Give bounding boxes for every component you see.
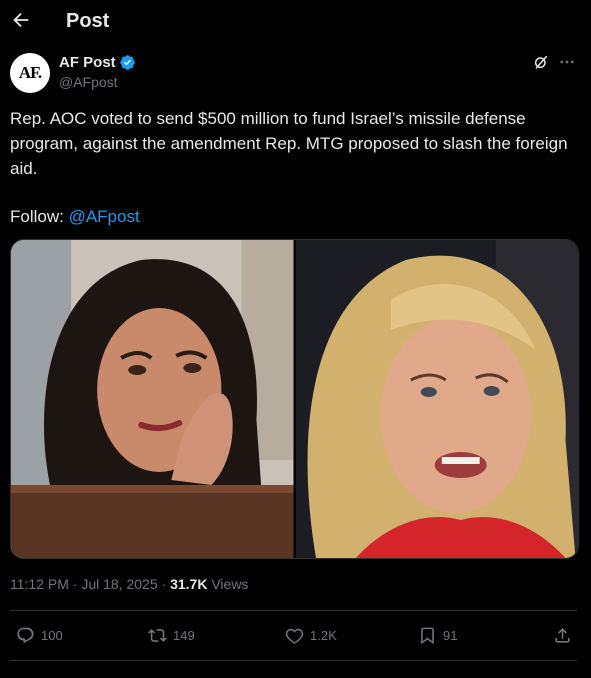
verified-badge-icon — [120, 55, 135, 70]
bookmark-count: 91 — [443, 628, 458, 643]
tweet-media[interactable] — [10, 239, 579, 559]
photo-left[interactable] — [11, 240, 294, 558]
grok-icon[interactable] — [533, 54, 549, 70]
meta-separator: · — [161, 576, 171, 592]
repost-count: 149 — [173, 628, 195, 643]
reply-button[interactable]: 100 — [16, 626, 63, 645]
back-arrow-icon[interactable] — [10, 9, 32, 31]
divider — [10, 610, 577, 611]
divider — [10, 660, 577, 661]
like-button[interactable]: 1.2K — [285, 626, 337, 645]
avatar[interactable]: AF. — [10, 53, 50, 93]
action-bar: 100 149 1.2K 91 — [10, 618, 577, 654]
tweet-time[interactable]: 11:12 PM — [10, 576, 69, 592]
reply-count: 100 — [41, 628, 63, 643]
photo-right[interactable] — [295, 240, 578, 558]
more-icon[interactable] — [557, 53, 577, 71]
tweet-meta: 11:12 PM · Jul 18, 2025 · 31.7K Views — [10, 576, 248, 592]
author-name[interactable]: AF Post — [59, 54, 116, 71]
top-bar: Post — [0, 0, 591, 46]
bookmark-button[interactable]: 91 — [418, 626, 457, 645]
follow-link[interactable]: @AFpost — [69, 207, 140, 226]
views-count: 31.7K — [170, 576, 208, 592]
like-icon — [285, 628, 304, 644]
share-button[interactable] — [553, 626, 572, 645]
follow-label: Follow: — [10, 207, 69, 226]
tweet-text: Rep. AOC voted to send $500 million to f… — [10, 109, 568, 178]
page-title: Post — [66, 10, 110, 32]
repost-icon — [148, 629, 167, 642]
reply-icon — [17, 627, 34, 644]
views-label: Views — [207, 576, 249, 592]
bookmark-icon — [421, 627, 434, 645]
tweet-date[interactable]: Jul 18, 2025 — [81, 576, 157, 592]
repost-button[interactable]: 149 — [148, 626, 195, 645]
like-count: 1.2K — [310, 628, 337, 643]
share-icon — [555, 628, 570, 643]
follow-line: Follow: @AFpost — [10, 204, 140, 229]
author-handle[interactable]: @AFpost — [59, 74, 118, 90]
